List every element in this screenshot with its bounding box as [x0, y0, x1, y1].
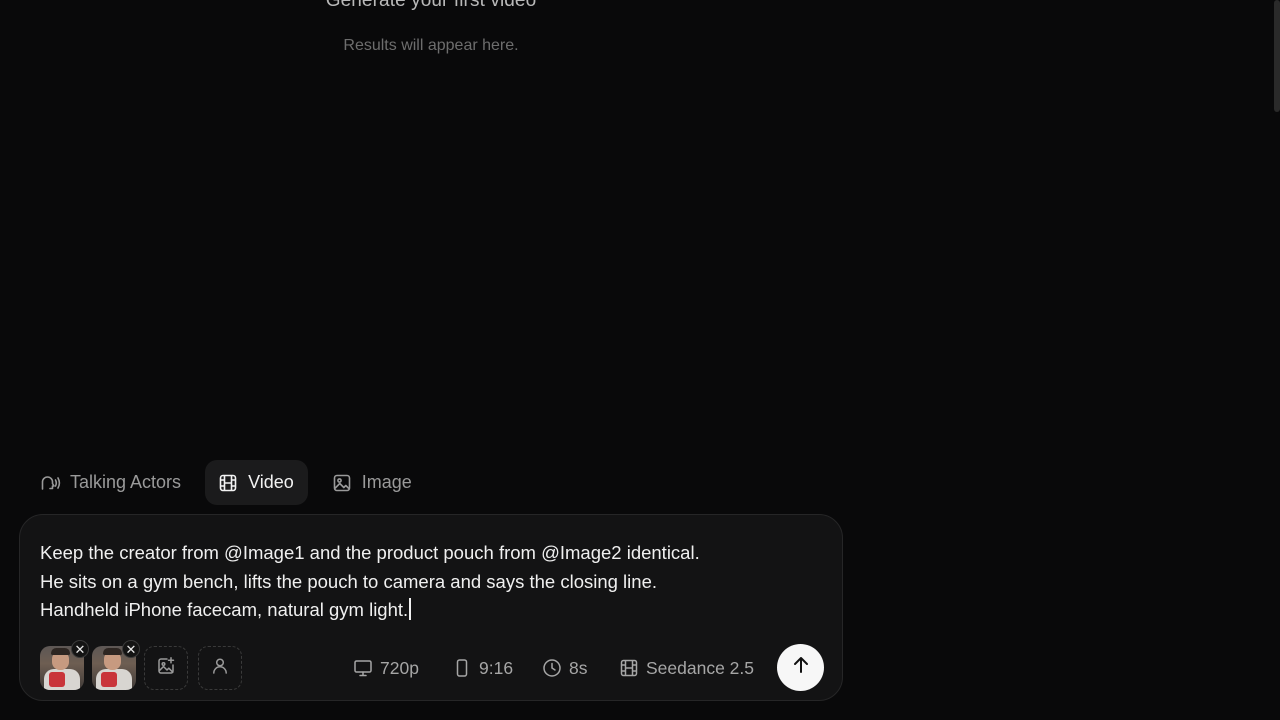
empty-state-subtitle: Results will appear here. — [343, 37, 519, 54]
duration-value: 8s — [569, 657, 588, 678]
remove-attachment-1-button[interactable]: ✕ — [71, 640, 89, 658]
thumbnail-pouch — [49, 672, 65, 687]
tab-image-label: Image — [361, 472, 412, 492]
thumbnail-pouch — [101, 672, 117, 687]
film-icon — [618, 657, 640, 679]
mode-tabs: Talking Actors Video Image — [27, 460, 426, 505]
model-selector[interactable]: Seedance 2.5 — [618, 655, 754, 681]
person-icon — [210, 656, 230, 681]
prompt-line-1: Keep the creator from @Image1 and the pr… — [40, 542, 700, 563]
tab-talking-actors[interactable]: Talking Actors — [27, 460, 195, 505]
model-value: Seedance 2.5 — [646, 657, 755, 678]
film-icon — [217, 472, 239, 494]
app-stage: Generate your first video Results will a… — [0, 0, 1280, 720]
thumbnail-hair — [51, 648, 70, 655]
duration-selector[interactable]: 8s — [541, 655, 587, 681]
prompt-line-3: Handheld iPhone facecam, natural gym lig… — [40, 599, 409, 620]
aspect-ratio-value: 9:16 — [479, 657, 514, 678]
add-actor-button[interactable] — [198, 646, 242, 690]
add-image-icon — [156, 656, 176, 681]
image-icon — [331, 472, 353, 494]
empty-state: Generate your first video Results will a… — [231, 0, 631, 56]
tab-video[interactable]: Video — [205, 460, 308, 505]
send-button[interactable] — [777, 644, 824, 691]
text-caret — [409, 598, 411, 620]
add-image-button[interactable] — [144, 646, 188, 690]
resolution-selector[interactable]: 720p — [352, 655, 419, 681]
prompt-composer: Keep the creator from @Image1 and the pr… — [19, 514, 843, 701]
prompt-line-2: He sits on a gym bench, lifts the pouch … — [40, 570, 657, 592]
resolution-value: 720p — [380, 657, 419, 678]
phone-icon — [451, 657, 473, 679]
scrollbar[interactable] — [1274, 0, 1280, 112]
thumbnail-hair — [103, 648, 122, 655]
monitor-icon — [352, 657, 374, 679]
remove-attachment-2-button[interactable]: ✕ — [122, 640, 140, 658]
clock-icon — [541, 657, 563, 679]
voice-person-icon — [39, 472, 61, 494]
tab-video-label: Video — [248, 472, 294, 492]
tab-talking-actors-label: Talking Actors — [70, 472, 182, 492]
prompt-input[interactable]: Keep the creator from @Image1 and the pr… — [40, 539, 820, 625]
arrow-up-icon — [790, 654, 812, 681]
tab-image[interactable]: Image — [319, 460, 426, 505]
aspect-ratio-selector[interactable]: 9:16 — [451, 655, 513, 681]
empty-state-title: Generate your first video — [325, 0, 537, 11]
